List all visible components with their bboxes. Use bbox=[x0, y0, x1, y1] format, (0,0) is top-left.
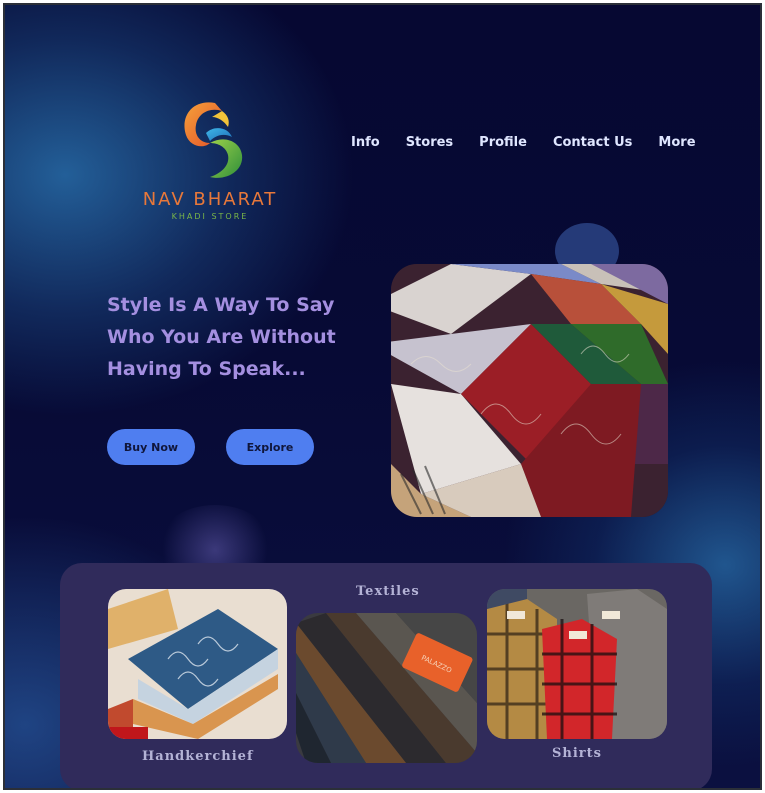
hero-heading-line: Having To Speak... bbox=[107, 358, 306, 380]
hero-heading-line: Style Is A Way To Say bbox=[107, 294, 335, 316]
folded-handkerchiefs-image bbox=[108, 589, 287, 739]
top-nav: Info Stores Profile Contact Us More bbox=[351, 135, 722, 150]
swirl-logo-icon bbox=[184, 102, 243, 178]
nav-item-contact-us[interactable]: Contact Us bbox=[553, 135, 632, 150]
paisley-fabrics-image bbox=[391, 264, 668, 517]
buy-now-button[interactable]: Buy Now bbox=[107, 429, 195, 465]
category-label-handkerchief: Handkerchief bbox=[142, 749, 254, 764]
explore-button[interactable]: Explore bbox=[226, 429, 314, 465]
brand-tagline: KHADI STORE bbox=[171, 212, 249, 221]
page-frame: NAV BHARAT KHADI STORE Info Stores Profi… bbox=[3, 3, 762, 790]
handkerchief-card[interactable] bbox=[108, 589, 287, 739]
category-label-textiles: Textiles bbox=[356, 584, 420, 599]
hero-heading-line: Who You Are Without bbox=[107, 326, 336, 348]
textiles-card[interactable]: PALAZZO bbox=[296, 613, 477, 763]
brand-logo[interactable]: NAV BHARAT KHADI STORE bbox=[135, 95, 285, 221]
nav-item-stores[interactable]: Stores bbox=[406, 135, 453, 150]
nav-item-info[interactable]: Info bbox=[351, 135, 380, 150]
flannel-shirts-image bbox=[487, 589, 667, 739]
fabric-rolls-image: PALAZZO bbox=[296, 613, 477, 763]
nav-item-more[interactable]: More bbox=[658, 135, 695, 150]
brand-name: NAV BHARAT bbox=[142, 189, 278, 210]
shirts-card[interactable] bbox=[487, 589, 667, 739]
nav-item-profile[interactable]: Profile bbox=[479, 135, 527, 150]
category-label-shirts: Shirts bbox=[552, 746, 602, 761]
category-panel: PALAZZO Handkerchief Textiles Shirts bbox=[60, 563, 712, 788]
hero-heading: Style Is A Way To Say Who You Are Withou… bbox=[107, 289, 367, 385]
